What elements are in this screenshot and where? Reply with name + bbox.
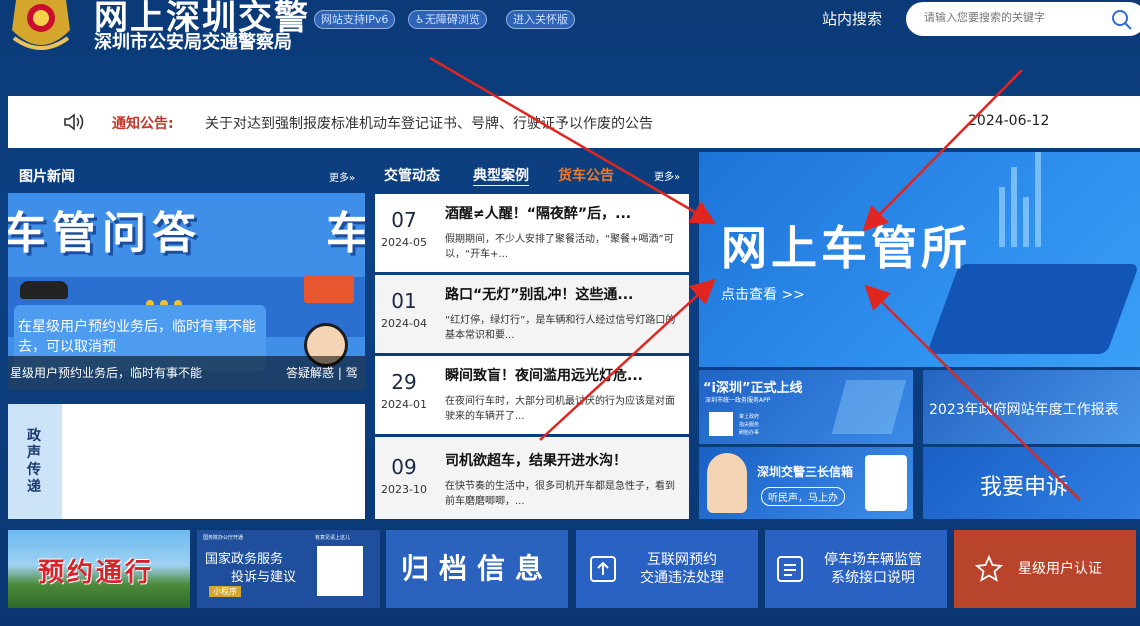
tab-truck-notice[interactable]: 货车公告 [558, 165, 614, 185]
ishenzhen-subtitle: 深圳市统一政务服务APP [705, 397, 771, 404]
online-violation-label-1: 互联网预约 [647, 552, 717, 568]
ishenzhen-item: 指尖服务 [739, 422, 760, 428]
annual-report-tile[interactable]: 2023年政府网站年度工作报表 [923, 370, 1140, 444]
gov-complaint-top: 国务院办公厅开通 [203, 535, 244, 541]
notice-bar: 通知公告: 关于对达到强制报废标准机动车登记证书、号牌、行驶证予以作废的公告 2… [8, 96, 1140, 148]
news-month: 2023-10 [381, 483, 427, 496]
photo-news-carousel[interactable]: 车管问答 车 在星级用户预约业务后，临时有事不能去，可以取消预 星级用户预约业务… [8, 193, 365, 390]
photo-card-text: 在星级用户预约业务后，临时有事不能去，可以取消预 [18, 319, 256, 355]
photo-news-header: 图片新闻 更多» [19, 156, 365, 194]
city-graphic [831, 380, 907, 434]
online-violation-button[interactable]: 互联网预约 交通违法处理 [576, 530, 758, 608]
news-day: 29 [391, 370, 417, 394]
news-day: 07 [391, 208, 417, 232]
news-item[interactable]: 01 2024-04 路口“无灯”别乱冲！这些通... “红灯停，绿灯行”，是车… [375, 275, 689, 353]
ishenzhen-title: “i深圳”正式上线 [703, 381, 803, 396]
archive-button[interactable]: 归档信息 [386, 530, 568, 608]
ipv6-badge[interactable]: 网站支持IPv6 [314, 10, 396, 29]
document-icon [777, 556, 803, 582]
online-dmv-title: 网上车管所 [721, 221, 971, 275]
appeal-title: 我要申诉 [980, 475, 1069, 500]
tab-typical-cases[interactable]: 典型案例 [473, 165, 529, 185]
news-day: 09 [391, 455, 417, 479]
mailbox-subtitle: 听民声，马上办 [761, 487, 845, 506]
search-icon[interactable] [1110, 8, 1134, 32]
news-tabs: 交管动态 典型案例 货车公告 更多» [376, 155, 690, 193]
upload-icon [590, 556, 616, 582]
accessibility-link[interactable]: ♿无障碍浏览 [408, 10, 487, 29]
annual-report-title: 2023年政府网站年度工作报表 [929, 402, 1119, 418]
appeal-tile[interactable]: 我要申诉 [923, 447, 1140, 519]
tab-traffic-news[interactable]: 交管动态 [384, 165, 440, 185]
photo-banner-headline: 车管问答 [8, 208, 202, 259]
political-voice-panel: 政声传递 [8, 404, 365, 519]
gov-complaint-title-2: 投诉与建议 [231, 570, 297, 585]
star-user-auth-label: 星级用户认证 [1018, 561, 1102, 577]
care-mode-link[interactable]: 进入关怀版 [506, 10, 575, 29]
news-item[interactable]: 07 2024-05 酒醒≠人醒！“隔夜醉”后，... 假期期间，不少人安排了聚… [375, 194, 689, 272]
news-month: 2024-05 [381, 236, 427, 249]
star-icon [974, 554, 1004, 582]
news-desc: 在夜间行车时，大部分司机最讨厌的行为应该是对面驶来的车辆开了... [445, 396, 675, 422]
ishenzhen-item: 掌上政府 [739, 414, 760, 420]
news-title[interactable]: 路口“无灯”别乱冲！这些通... [445, 284, 685, 304]
gov-complaint-top-right: 有意见请上这儿 [315, 535, 351, 541]
news-day: 01 [391, 289, 417, 313]
parking-interface-button[interactable]: 停车场车辆监管 系统接口说明 [765, 530, 947, 608]
news-title[interactable]: 酒醒≠人醒！“隔夜醉”后，... [445, 203, 685, 223]
news-desc: 在快节奏的生活中，很多司机开车都是急性子，看到前车磨磨唧唧，... [445, 481, 675, 507]
news-item[interactable]: 29 2024-01 瞬间致盲！夜间滥用远光灯危... 在夜间行车时，大部分司机… [375, 356, 689, 434]
news-desc: 假期期间，不少人安排了聚餐活动，“聚餐+喝酒”可以，“开车+... [445, 234, 674, 260]
photo-news-title: 图片新闻 [19, 169, 75, 185]
online-dmv-link[interactable]: 点击查看 >> [721, 284, 805, 304]
online-dmv-banner[interactable]: 网上车管所 点击查看 >> [699, 152, 1140, 367]
gov-complaint-tile[interactable]: 国务院办公厅开通 有意见请上这儿 国家政务服务 投诉与建议 小程序 [197, 530, 380, 608]
search-input[interactable] [924, 11, 1104, 24]
car-icon [20, 281, 68, 299]
site-subtitle: 深圳市公安局交通警察局 [94, 32, 292, 53]
search-box [906, 2, 1140, 36]
photo-caption-2[interactable]: 答疑解惑 | 驾 [286, 356, 358, 390]
qr-code-icon [709, 412, 733, 436]
news-month: 2024-01 [381, 398, 427, 411]
mailbox-tile[interactable]: 深圳交警三长信箱 听民声，马上办 [699, 447, 913, 519]
news-item[interactable]: 09 2023-10 司机欲超车，结果开进水沟！ 在快节奏的生活中，很多司机开车… [375, 437, 689, 519]
star-user-auth-button[interactable]: 星级用户认证 [954, 530, 1136, 608]
news-more-link[interactable]: 更多» [654, 168, 680, 183]
search-label: 站内搜索 [822, 10, 883, 28]
news-desc: “红灯停，绿灯行”，是车辆和行人经过信号灯路口的基本常识和要... [445, 315, 676, 341]
gov-complaint-title: 国家政务服务 [205, 552, 284, 567]
site-header: 网上深圳交警 深圳市公安局交通警察局 网站支持IPv6 ♿无障碍浏览 进入关怀版… [0, 0, 1140, 96]
parking-interface-label-1: 停车场车辆监管 [824, 552, 922, 568]
photo-news-more-link[interactable]: 更多» [329, 169, 355, 184]
news-title[interactable]: 司机欲超车，结果开进水沟！ [445, 450, 685, 470]
qr-code-icon [317, 546, 363, 596]
political-label[interactable]: 政声传递 [27, 428, 43, 496]
speaker-icon [64, 113, 84, 131]
mailbox-title: 深圳交警三长信箱 [757, 465, 854, 479]
news-month: 2024-04 [381, 317, 427, 330]
notice-date: 2024-06-12 [968, 113, 1050, 129]
parking-interface-label-2: 系统接口说明 [831, 570, 915, 586]
police-emblem-icon [12, 0, 70, 50]
appointment-pass-tile[interactable]: 预约通行 [8, 530, 190, 608]
online-violation-label-2: 交通违法处理 [640, 570, 724, 586]
police-officer-icon [707, 453, 747, 513]
qr-code-icon [865, 455, 907, 511]
appointment-pass-title: 预约通行 [38, 558, 155, 588]
ishenzhen-tile[interactable]: “i深圳”正式上线 深圳市统一政务服务APP 掌上政府 指尖服务 刷脸办事 [699, 370, 913, 444]
mini-program-tag: 小程序 [209, 586, 241, 597]
truck-icon [304, 275, 354, 303]
notice-label: 通知公告: [112, 116, 174, 132]
notice-link[interactable]: 关于对达到强制报废标准机动车登记证书、号牌、行驶证予以作废的公告 [205, 113, 653, 133]
archive-label: 归档信息 [400, 552, 553, 585]
photo-banner-headline-2: 车 [326, 208, 365, 259]
news-title[interactable]: 瞬间致盲！夜间滥用远光灯危... [445, 365, 685, 385]
ishenzhen-item: 刷脸办事 [739, 430, 760, 436]
